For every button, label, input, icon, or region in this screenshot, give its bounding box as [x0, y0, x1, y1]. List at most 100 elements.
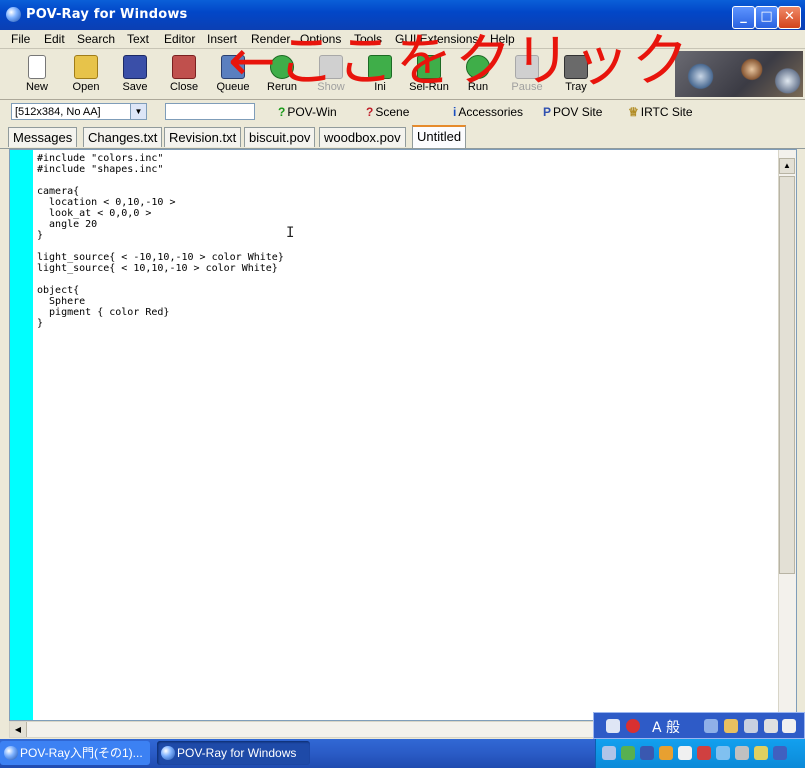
- pov-win-help-link[interactable]: ? POV-Win: [278, 105, 337, 119]
- tray-icon: [564, 55, 588, 79]
- pov-win-label: POV-Win: [287, 105, 337, 119]
- text-cursor-icon: I: [286, 225, 295, 241]
- info-icon: i: [453, 105, 457, 119]
- rerun-button[interactable]: Rerun: [260, 51, 304, 97]
- antivirus-icon[interactable]: [697, 746, 711, 760]
- menu-editor[interactable]: Editor: [164, 32, 195, 46]
- help-icon[interactable]: [782, 719, 796, 733]
- ime-language-bar[interactable]: A 般: [593, 712, 805, 739]
- menu-search[interactable]: Search: [77, 32, 115, 46]
- floppy-disk-icon: [123, 55, 147, 79]
- tab-messages[interactable]: Messages: [8, 127, 78, 147]
- sel-run-icon: [417, 55, 441, 79]
- taskbar-item-povray[interactable]: POV-Ray for Windows: [157, 741, 310, 765]
- bluetooth-icon[interactable]: [716, 746, 730, 760]
- volume-icon[interactable]: [659, 746, 673, 760]
- new-button[interactable]: New: [15, 51, 59, 97]
- menu-insert[interactable]: Insert: [207, 32, 237, 46]
- keyboard-icon[interactable]: [606, 719, 620, 733]
- queue-button[interactable]: Queue: [211, 51, 255, 97]
- menu-edit[interactable]: Edit: [44, 32, 65, 46]
- source-code[interactable]: #include "colors.inc" #include "shapes.i…: [37, 153, 284, 329]
- povray-banner-image: [675, 51, 803, 97]
- new-file-icon: [28, 55, 46, 79]
- povray-app-icon[interactable]: [6, 7, 21, 22]
- tools-icon[interactable]: [704, 719, 718, 733]
- tab-woodbox-pov[interactable]: woodbox.pov: [319, 127, 406, 147]
- trophy-icon: ♕: [628, 105, 639, 119]
- menu-file[interactable]: File: [11, 32, 30, 46]
- pause-button[interactable]: Pause: [505, 51, 549, 97]
- maximize-button[interactable]: □: [755, 6, 778, 29]
- ime-icon[interactable]: [626, 719, 640, 733]
- menu-tools[interactable]: Tools: [354, 32, 382, 46]
- display-icon[interactable]: [640, 746, 654, 760]
- pen-icon[interactable]: [744, 719, 758, 733]
- code-editor[interactable]: #include "colors.inc" #include "shapes.i…: [9, 149, 797, 721]
- vertical-scroll-thumb[interactable]: [779, 176, 795, 574]
- irtc-site-link[interactable]: ♕ IRTC Site: [628, 105, 693, 119]
- system-tray: [595, 739, 805, 768]
- menu-options[interactable]: Options: [300, 32, 341, 46]
- pause-label: Pause: [511, 81, 543, 93]
- render-options-input[interactable]: [165, 103, 255, 120]
- horizontal-scrollbar[interactable]: ◀: [9, 721, 597, 738]
- sel-run-button[interactable]: Sel-Run: [407, 51, 451, 97]
- security-icon[interactable]: [621, 746, 635, 760]
- menu-render[interactable]: Render: [251, 32, 290, 46]
- tab-untitled[interactable]: Untitled: [412, 125, 467, 148]
- run-button[interactable]: Run: [456, 51, 500, 97]
- scene-help-link[interactable]: ? Scene: [366, 105, 409, 119]
- folder-open-icon: [74, 55, 98, 79]
- minimize-button[interactable]: _: [732, 6, 755, 29]
- taskbar-item-tutorial[interactable]: POV-Ray入門(その1)...: [0, 741, 150, 765]
- taskbar-item-label: POV-Ray入門(その1)...: [20, 746, 143, 760]
- network-icon[interactable]: [602, 746, 616, 760]
- chevron-down-icon[interactable]: ▼: [130, 104, 146, 119]
- menu-gui-extensions[interactable]: GUI Extensions: [395, 32, 478, 46]
- open-button[interactable]: Open: [64, 51, 108, 97]
- menu-bar: File Edit Search Text Editor Insert Rend…: [0, 30, 805, 49]
- taskbar: POV-Ray入門(その1)... POV-Ray for Windows: [0, 739, 805, 768]
- show-label: Show: [317, 81, 345, 93]
- save-button[interactable]: Save: [113, 51, 157, 97]
- usb-icon[interactable]: [735, 746, 749, 760]
- dictionary-icon[interactable]: [764, 719, 778, 733]
- resolution-select[interactable]: [512x384, No AA] ▼: [11, 103, 147, 120]
- resolution-value: [512x384, No AA]: [15, 106, 101, 118]
- eraser-icon[interactable]: [724, 719, 738, 733]
- accessories-link[interactable]: i Accessories: [453, 105, 523, 119]
- rerun-label: Rerun: [267, 81, 297, 93]
- taskbar-item-label: POV-Ray for Windows: [177, 746, 297, 760]
- tab-revision-txt[interactable]: Revision.txt: [164, 127, 242, 147]
- scroll-left-arrow-icon[interactable]: ◀: [10, 722, 27, 737]
- scroll-up-arrow-icon[interactable]: ▲: [779, 158, 795, 174]
- rerun-icon: [270, 55, 294, 79]
- pause-icon: [515, 55, 539, 79]
- show-icon: [319, 55, 343, 79]
- menu-help[interactable]: Help: [490, 32, 515, 46]
- menu-text[interactable]: Text: [127, 32, 149, 46]
- battery-icon[interactable]: [773, 746, 787, 760]
- irtc-site-label: IRTC Site: [640, 105, 693, 119]
- help-icon: ?: [278, 105, 286, 119]
- tab-changes-txt[interactable]: Changes.txt: [83, 127, 163, 147]
- messenger-icon[interactable]: [754, 746, 768, 760]
- close-file-button[interactable]: Close: [162, 51, 206, 97]
- close-button[interactable]: ✕: [778, 6, 801, 29]
- queue-label: Queue: [216, 81, 250, 93]
- pov-site-link[interactable]: P POV Site: [543, 105, 602, 119]
- ini-button[interactable]: Ini: [358, 51, 402, 97]
- sync-icon[interactable]: [678, 746, 692, 760]
- run-icon: [466, 55, 490, 79]
- ime-mode-label[interactable]: A 般: [652, 717, 680, 737]
- show-button[interactable]: Show: [309, 51, 353, 97]
- vertical-scrollbar[interactable]: ▲: [778, 150, 796, 720]
- secondary-toolbar: [512x384, No AA] ▼ ? POV-Win ? Scene i Acce…: [0, 100, 805, 124]
- title-bar[interactable]: POV-Ray for Windows _ □ ✕: [0, 0, 805, 30]
- help-icon: ?: [366, 105, 374, 119]
- ini-label: Ini: [374, 81, 386, 93]
- povray-app-icon: [4, 746, 18, 760]
- tray-button[interactable]: Tray: [554, 51, 598, 97]
- tab-biscuit-pov[interactable]: biscuit.pov: [244, 127, 316, 147]
